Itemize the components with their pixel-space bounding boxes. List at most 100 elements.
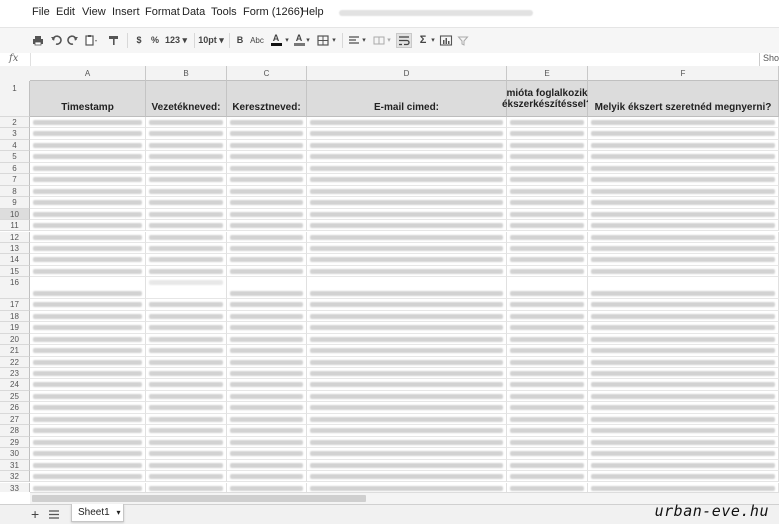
menu-format[interactable]: Format [145,6,180,18]
table-cell[interactable] [507,413,588,426]
table-cell[interactable] [307,231,507,243]
row-header[interactable]: 33 [0,482,30,492]
table-cell[interactable] [588,208,779,221]
table-cell[interactable] [227,402,307,414]
table-cell[interactable] [588,265,779,278]
table-cell[interactable] [507,299,588,311]
header-cell-experience[interactable]: mióta foglalkozik ékszerkészítéssel? [502,81,592,117]
row-header[interactable]: 3 [0,128,30,140]
table-cell[interactable] [507,345,588,357]
table-cell[interactable] [30,208,146,221]
table-cell[interactable] [227,277,307,300]
table-cell[interactable] [588,333,779,346]
table-cell[interactable] [146,436,227,449]
table-cell[interactable] [307,254,507,266]
table-cell[interactable] [146,185,227,198]
table-cell[interactable] [227,482,307,492]
table-cell[interactable] [588,220,779,232]
row-header[interactable]: 18 [0,310,30,323]
table-cell[interactable] [30,254,146,266]
table-cell[interactable] [227,310,307,323]
table-cell[interactable] [146,208,227,221]
table-cell[interactable] [30,482,146,492]
row-header[interactable]: 28 [0,425,30,437]
table-cell[interactable] [507,254,588,266]
chevron-down-icon[interactable]: ▾ [284,33,290,48]
table-cell[interactable] [507,174,588,186]
table-cell[interactable] [588,425,779,437]
row-header[interactable]: 19 [0,322,30,334]
table-cell[interactable] [146,459,227,472]
table-cell[interactable] [507,333,588,346]
text-color-button[interactable]: A [268,33,284,48]
table-cell[interactable] [227,128,307,140]
row-header[interactable]: 30 [0,448,30,460]
table-cell[interactable] [507,151,588,163]
header-cell-jewelry-choice[interactable]: Melyik ékszert szeretnéd megnyerni? [588,81,779,117]
table-cell[interactable] [30,459,146,472]
align-left-icon[interactable] [347,33,361,48]
table-cell[interactable] [507,436,588,449]
table-cell[interactable] [227,356,307,368]
table-cell[interactable] [30,128,146,140]
table-cell[interactable] [146,448,227,460]
table-cell[interactable] [227,220,307,232]
table-cell[interactable] [146,299,227,311]
header-cell-email[interactable]: E-mail cimed: [307,81,507,117]
header-cell-timestamp[interactable]: Timestamp [30,81,146,117]
sheet-list-icon[interactable] [49,510,59,519]
row-header[interactable]: 5 [0,151,30,163]
table-cell[interactable] [507,459,588,472]
table-cell[interactable] [507,482,588,492]
paint-format-icon[interactable] [108,33,120,48]
table-cell[interactable] [307,277,507,300]
table-cell[interactable] [588,151,779,163]
table-cell[interactable] [30,197,146,209]
row-header[interactable]: 6 [0,162,30,175]
table-cell[interactable] [588,174,779,186]
table-cell[interactable] [588,254,779,266]
table-cell[interactable] [227,151,307,163]
table-cell[interactable] [146,379,227,391]
chevron-down-icon[interactable]: ▾ [331,33,337,48]
table-cell[interactable] [146,310,227,323]
chevron-down-icon[interactable]: ▾ [305,33,311,48]
table-cell[interactable] [227,208,307,221]
chart-icon[interactable] [439,33,453,48]
column-header-e[interactable]: E [507,66,588,81]
table-cell[interactable] [227,162,307,175]
table-cell[interactable] [307,390,507,403]
table-cell[interactable] [307,310,507,323]
table-cell[interactable] [588,162,779,175]
header-cell-first-name[interactable]: Keresztneved: [227,81,307,117]
row-header[interactable]: 23 [0,368,30,380]
currency-button[interactable]: $ [134,33,144,48]
table-cell[interactable] [307,139,507,152]
table-cell[interactable] [227,242,307,255]
row-header[interactable]: 25 [0,390,30,403]
table-cell[interactable] [227,322,307,334]
table-cell[interactable] [588,471,779,483]
row-header[interactable]: 20 [0,333,30,346]
table-cell[interactable] [30,299,146,311]
table-cell[interactable] [227,139,307,152]
menu-help[interactable]: Help [301,6,324,18]
row-header[interactable]: 7 [0,174,30,186]
row-header[interactable]: 2 [0,117,30,129]
table-cell[interactable] [507,356,588,368]
row-header[interactable]: 15 [0,265,30,278]
redo-icon[interactable] [67,33,79,48]
table-cell[interactable] [507,379,588,391]
percent-button[interactable]: % [150,33,160,48]
table-cell[interactable] [507,197,588,209]
table-cell[interactable] [227,197,307,209]
menu-file[interactable]: File [32,6,50,18]
table-cell[interactable] [146,356,227,368]
table-cell[interactable] [507,402,588,414]
table-cell[interactable] [30,356,146,368]
table-cell[interactable] [30,413,146,426]
table-cell[interactable] [507,322,588,334]
print-icon[interactable] [32,33,44,48]
row-header[interactable]: 21 [0,345,30,357]
row-header[interactable]: 14 [0,254,30,266]
